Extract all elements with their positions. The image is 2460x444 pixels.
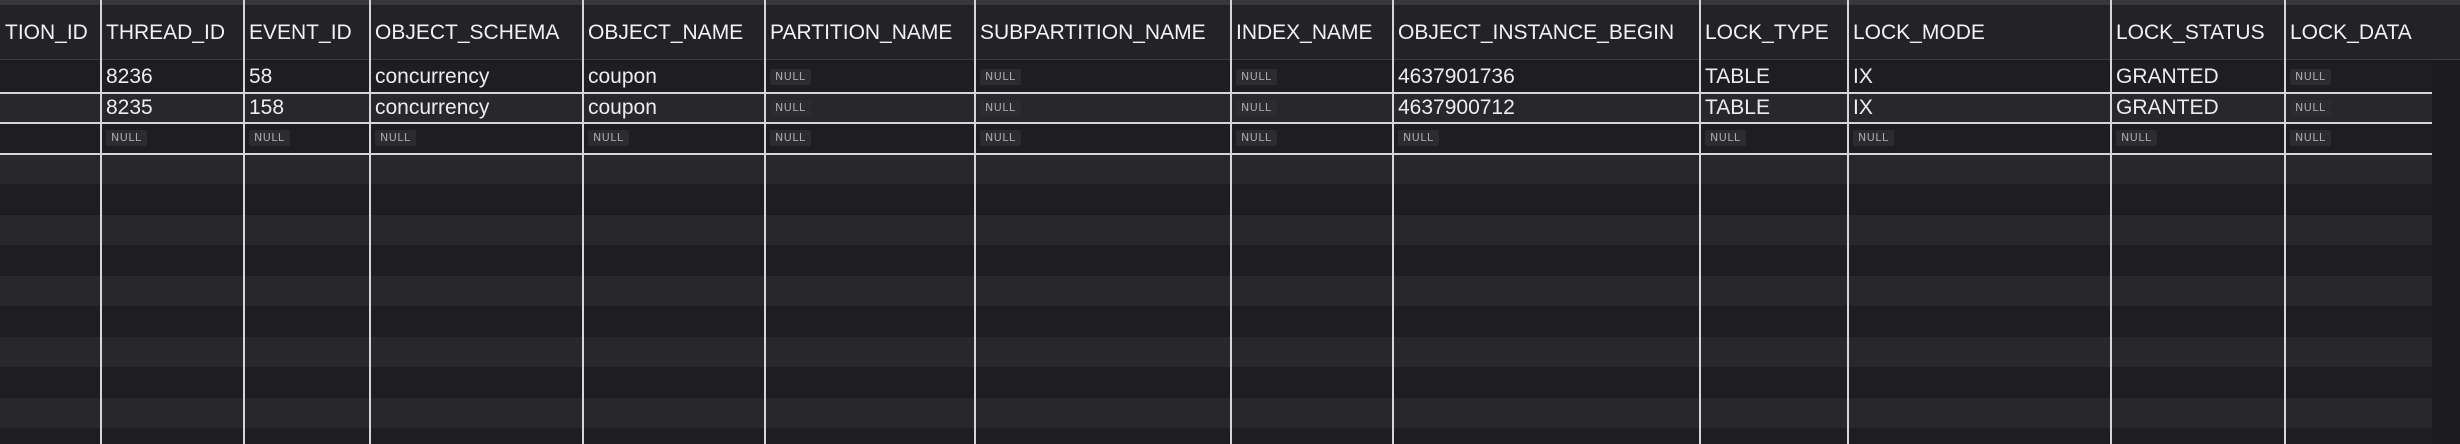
cell-event-id[interactable]: 158 <box>244 93 370 123</box>
null-badge: NULL <box>770 69 811 85</box>
cell-partition-name[interactable]: NULL <box>765 123 975 153</box>
column-divider[interactable] <box>2110 0 2112 444</box>
cell-lock-status[interactable]: GRANTED <box>2111 62 2285 92</box>
cell-index-name[interactable]: NULL <box>1231 123 1393 153</box>
null-badge: NULL <box>1236 99 1277 116</box>
cell-event-id[interactable]: 58 <box>244 62 370 92</box>
column-header-lock-mode[interactable]: LOCK_MODE <box>1848 5 2111 60</box>
column-divider[interactable] <box>1230 0 1232 444</box>
cell-object-instance-begin[interactable]: 4637901736 <box>1393 62 1700 92</box>
cell-lock-type[interactable]: NULL <box>1700 123 1848 153</box>
column-divider[interactable] <box>1699 0 1701 444</box>
cell-tion-id[interactable] <box>0 123 101 153</box>
null-badge: NULL <box>2116 130 2157 146</box>
right-gutter <box>2432 60 2460 444</box>
cell-lock-data[interactable]: NULL <box>2285 62 2432 92</box>
column-divider[interactable] <box>369 0 371 444</box>
results-grid[interactable]: TION_ID THREAD_ID EVENT_ID OBJECT_SCHEMA OBJ… <box>0 0 2460 444</box>
null-badge: NULL <box>375 130 416 146</box>
cell-thread-id[interactable]: 8235 <box>101 93 244 123</box>
column-header-partition-name[interactable]: PARTITION_NAME <box>765 5 975 60</box>
cell-object-schema[interactable]: concurrency <box>370 93 583 123</box>
cell-thread-id[interactable]: 8236 <box>101 62 244 92</box>
column-divider[interactable] <box>764 0 766 444</box>
column-header-object-instance-begin[interactable]: OBJECT_INSTANCE_BEGIN <box>1393 5 1700 60</box>
cell-object-name[interactable]: NULL <box>583 123 765 153</box>
cell-object-schema[interactable]: NULL <box>370 123 583 153</box>
column-header-object-schema[interactable]: OBJECT_SCHEMA <box>370 5 583 60</box>
null-badge: NULL <box>770 130 811 146</box>
column-header-subpartition-name[interactable]: SUBPARTITION_NAME <box>975 5 1231 60</box>
null-badge: NULL <box>980 130 1021 146</box>
column-header-tion-id[interactable]: TION_ID <box>0 5 101 60</box>
cell-index-name[interactable]: NULL <box>1231 93 1393 123</box>
null-badge: NULL <box>1236 130 1277 146</box>
column-header-index-name[interactable]: INDEX_NAME <box>1231 5 1393 60</box>
null-badge: NULL <box>106 130 147 146</box>
column-header-lock-status[interactable]: LOCK_STATUS <box>2111 5 2285 60</box>
cell-subpartition-name[interactable]: NULL <box>975 93 1231 123</box>
null-badge: NULL <box>980 99 1021 116</box>
cell-lock-type[interactable]: TABLE <box>1700 93 1848 123</box>
cell-object-name[interactable]: coupon <box>583 93 765 123</box>
column-divider[interactable] <box>1392 0 1394 444</box>
row-separator <box>0 122 2432 124</box>
cell-lock-status[interactable]: GRANTED <box>2111 93 2285 123</box>
cell-tion-id[interactable] <box>0 93 101 123</box>
null-badge: NULL <box>249 130 290 146</box>
cell-object-name[interactable]: coupon <box>583 62 765 92</box>
column-header-event-id[interactable]: EVENT_ID <box>244 5 370 60</box>
cell-subpartition-name[interactable]: NULL <box>975 62 1231 92</box>
cell-thread-id[interactable]: NULL <box>101 123 244 153</box>
cell-lock-data[interactable]: NULL <box>2285 123 2432 153</box>
cell-lock-status[interactable]: NULL <box>2111 123 2285 153</box>
null-badge: NULL <box>1398 130 1439 146</box>
cell-event-id[interactable]: NULL <box>244 123 370 153</box>
cell-lock-type[interactable]: TABLE <box>1700 62 1848 92</box>
column-header-lock-data[interactable]: LOCK_DATA <box>2285 5 2432 60</box>
null-badge: NULL <box>1853 130 1894 146</box>
null-badge: NULL <box>588 130 629 146</box>
column-divider[interactable] <box>100 0 102 444</box>
null-badge: NULL <box>2290 99 2331 116</box>
column-header-thread-id[interactable]: THREAD_ID <box>101 5 244 60</box>
column-divider[interactable] <box>1847 0 1849 444</box>
row-separator <box>0 91 2432 94</box>
null-badge: NULL <box>770 99 811 116</box>
null-badge: NULL <box>980 69 1021 85</box>
column-divider[interactable] <box>974 0 976 444</box>
null-badge: NULL <box>2290 69 2331 85</box>
cell-lock-mode[interactable]: NULL <box>1848 123 2111 153</box>
cell-object-schema[interactable]: concurrency <box>370 62 583 92</box>
cell-lock-mode[interactable]: IX <box>1848 93 2111 123</box>
cell-subpartition-name[interactable]: NULL <box>975 123 1231 153</box>
row-separator <box>0 152 2432 155</box>
column-divider[interactable] <box>2284 0 2286 444</box>
cell-partition-name[interactable]: NULL <box>765 93 975 123</box>
cell-lock-mode[interactable]: IX <box>1848 62 2111 92</box>
column-header-object-name[interactable]: OBJECT_NAME <box>583 5 765 60</box>
null-badge: NULL <box>2290 130 2331 146</box>
null-badge: NULL <box>1705 130 1746 146</box>
cell-lock-data[interactable]: NULL <box>2285 93 2432 123</box>
cell-object-instance-begin[interactable]: NULL <box>1393 123 1700 153</box>
cell-object-instance-begin[interactable]: 4637900712 <box>1393 93 1700 123</box>
cell-index-name[interactable]: NULL <box>1231 62 1393 92</box>
null-badge: NULL <box>1236 69 1277 85</box>
column-divider[interactable] <box>243 0 245 444</box>
cell-partition-name[interactable]: NULL <box>765 62 975 92</box>
cell-tion-id[interactable] <box>0 62 101 92</box>
column-divider[interactable] <box>582 0 584 444</box>
column-header-lock-type[interactable]: LOCK_TYPE <box>1700 5 1848 60</box>
